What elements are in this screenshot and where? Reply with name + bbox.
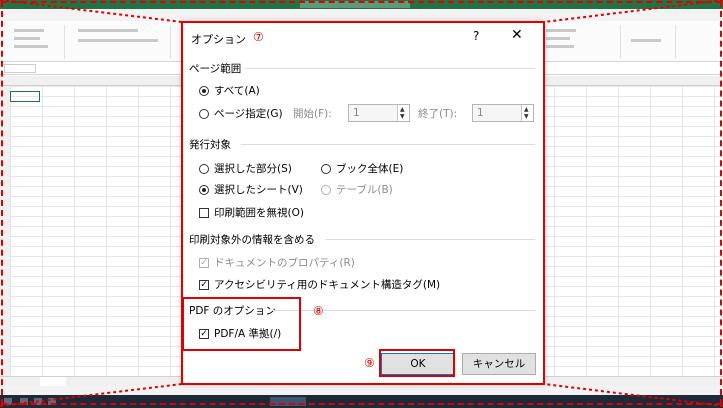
from-page-stepper[interactable]: 1 ▲ ▼ <box>348 104 410 122</box>
checkbox-document-properties-label: ドキュメントのプロパティ(R) <box>214 257 355 269</box>
help-button[interactable]: ? <box>473 29 479 43</box>
pdf-options-heading: PDF のオプション <box>189 305 276 317</box>
radio-selection[interactable]: 選択した部分(S) <box>199 161 292 176</box>
radio-page-range-label: ページ指定(G) <box>214 108 283 120</box>
close-icon[interactable]: ✕ <box>511 27 523 43</box>
radio-table-label: テーブル(B) <box>336 184 393 196</box>
checkbox-pdfa-compliant-label: PDF/A 準拠(/) <box>214 328 282 340</box>
stepper-arrows[interactable]: ▲ ▼ <box>521 105 533 121</box>
radio-selected-sheets-label: 選択したシート(V) <box>214 184 303 196</box>
annotation-marker-7: ⑦ <box>253 30 264 44</box>
dialog-title: オプション <box>191 33 246 46</box>
to-page-value: 1 <box>477 107 484 119</box>
radio-disabled-icon <box>321 184 331 195</box>
checkbox-ignore-print-area[interactable]: 印刷範囲を無視(O) <box>199 205 304 220</box>
options-dialog: オプション ⑦ ? ✕ ページ範囲 すべて(A) ページ指定(G) 開始(F):… <box>182 22 544 384</box>
checkbox-empty-icon <box>199 207 209 218</box>
annotation-marker-8: ⑧ <box>313 304 324 318</box>
publish-target-heading: 発行対象 <box>189 139 231 151</box>
checkbox-pdfa-compliant[interactable]: ✓ PDF/A 準拠(/) <box>199 326 281 341</box>
radio-table: テーブル(B) <box>321 182 393 197</box>
cancel-button[interactable]: キャンセル <box>462 353 536 375</box>
checkbox-document-properties: ✓ ドキュメントのプロパティ(R) <box>199 255 355 270</box>
section-divider <box>241 144 535 145</box>
section-divider <box>245 68 535 69</box>
section-divider <box>325 239 535 240</box>
ok-button[interactable]: OK <box>381 353 455 375</box>
checkbox-accessibility-tags[interactable]: ✓ アクセシビリティ用のドキュメント構造タグ(M) <box>199 277 440 292</box>
check-icon: ✓ <box>199 279 209 290</box>
checkbox-ignore-print-area-label: 印刷範囲を無視(O) <box>214 207 304 219</box>
radio-selection-label: 選択した部分(S) <box>214 163 292 175</box>
check-icon: ✓ <box>199 257 209 268</box>
radio-empty-icon <box>321 163 331 174</box>
non-print-info-heading: 印刷対象外の情報を含める <box>189 234 315 246</box>
radio-entire-workbook[interactable]: ブック全体(E) <box>321 161 403 176</box>
stepper-arrows[interactable]: ▲ ▼ <box>397 105 409 121</box>
to-page-label: 終了(T): <box>418 108 458 120</box>
radio-empty-icon <box>199 108 209 119</box>
radio-selected-icon <box>199 85 209 96</box>
checkbox-accessibility-tags-label: アクセシビリティ用のドキュメント構造タグ(M) <box>214 279 441 291</box>
radio-all-pages[interactable]: すべて(A) <box>199 83 260 98</box>
from-page-label: 開始(F): <box>293 108 332 120</box>
page-range-heading: ページ範囲 <box>189 63 242 75</box>
annotation-marker-9: ⑨ <box>364 356 375 370</box>
radio-empty-icon <box>199 163 209 174</box>
to-page-stepper[interactable]: 1 ▲ ▼ <box>472 104 534 122</box>
radio-entire-workbook-label: ブック全体(E) <box>336 163 404 175</box>
radio-page-range[interactable]: ページ指定(G) <box>199 106 283 121</box>
radio-selected-sheets[interactable]: 選択したシート(V) <box>199 182 303 197</box>
check-icon: ✓ <box>199 328 209 339</box>
radio-all-pages-label: すべて(A) <box>214 85 260 97</box>
from-page-value: 1 <box>353 107 360 119</box>
radio-selected-icon <box>199 184 209 195</box>
